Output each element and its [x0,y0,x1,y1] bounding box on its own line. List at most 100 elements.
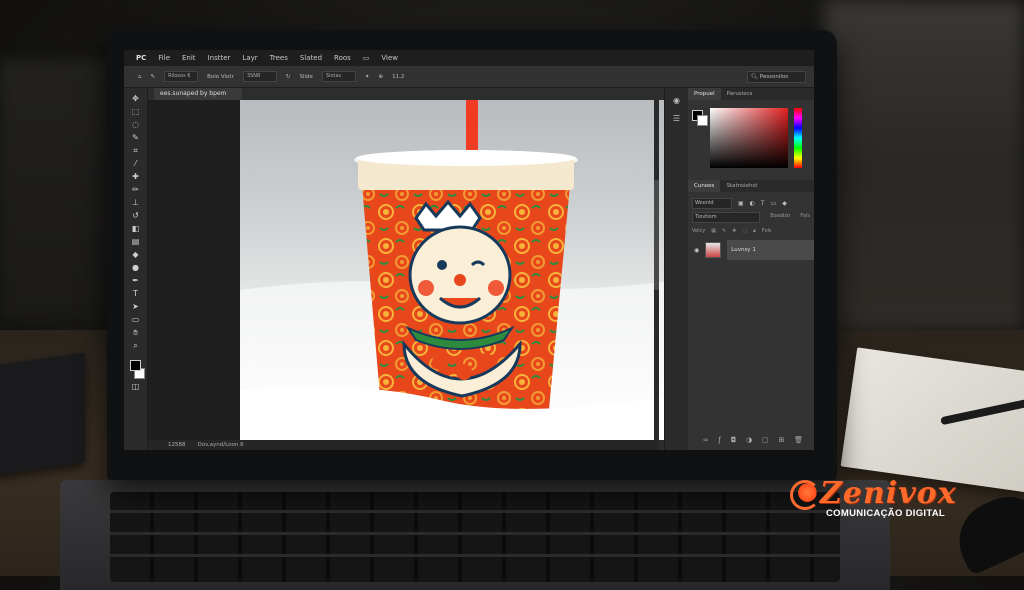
filter-adjust-icon[interactable]: ◐ [750,200,755,207]
doc-info: Dov.aynd/Loon 6 [197,442,244,448]
color-picker-field[interactable] [710,108,788,168]
brand-tagline: COMUNICAÇÃO DIGITAL [826,508,945,519]
move-tool-icon[interactable]: ✥ [131,94,141,104]
properties-panel-icon[interactable]: ☰ [672,114,682,124]
hue-slider[interactable] [794,108,802,168]
hand-tool-icon[interactable]: ✋︎ [131,328,141,338]
layer-style-icon[interactable]: ƒ [719,436,721,444]
menu-trees[interactable]: Trees [270,54,288,62]
menu-bar: PC File Enit Instter Layr Trees Slated R… [124,50,814,66]
adjustment-layer-icon[interactable]: ◑ [746,436,752,444]
status-bar: 12588 Dov.aynd/Loon 6 [148,440,658,450]
menu-insert[interactable]: Instter [208,54,231,62]
blur-tool-icon[interactable]: ◆ [131,250,141,260]
stamp-tool-icon[interactable]: ⊥ [131,198,141,208]
lock-pixels-icon[interactable]: ▦ [711,228,716,234]
option2-field[interactable]: Slotas [321,71,356,82]
lock-artboard-icon[interactable]: ⬚ [742,228,747,234]
marquee-tool-icon[interactable]: ⬚ [131,107,141,117]
pressure-icon[interactable]: ⊕ [379,74,384,80]
opacity-value[interactable]: Fols [800,212,810,223]
quick-mask-icon[interactable]: ◫ [131,382,141,392]
app-logo[interactable]: PC [136,54,146,62]
filter-smart-icon[interactable]: ◆ [782,200,787,207]
delete-layer-icon[interactable]: 🗑︎ [794,436,803,444]
option3-value[interactable]: 11.2 [392,74,404,80]
menu-file[interactable]: File [158,54,170,62]
lasso-tool-icon[interactable]: ◌ [131,120,141,130]
quick-select-icon[interactable]: ✎ [131,133,141,143]
document-tab[interactable]: ees.sunaped by bpem [154,88,242,100]
menu-edit[interactable]: Enit [182,54,196,62]
filter-shape-icon[interactable]: ▭ [771,200,777,207]
tab-parameters[interactable]: Parusiecs [721,88,759,100]
history-panel-icon[interactable]: ◉ [672,96,682,106]
blend-row: Tiovtiom Boadizo Fols [692,212,810,223]
group-icon[interactable]: ▢ [762,436,769,444]
lock-row: Velcy ▦ ✎ ✥ ⬚ 🔒︎ Fols [692,228,810,234]
right-panel: Propuel Parusiecs Cunoes Statnsiehst Woo… [688,88,814,450]
canvas-image[interactable] [240,100,678,440]
brush-tool-icon[interactable]: ✏ [131,185,141,195]
type-tool-icon[interactable]: T [131,289,141,299]
search-field[interactable]: 🔍︎ Pessonilos [747,70,806,83]
lock-brush-icon[interactable]: ✎ [722,228,726,234]
home-icon[interactable]: ⌂ [138,74,142,80]
opacity-label: Boadizo [770,213,791,219]
menu-layer[interactable]: Layr [242,54,257,62]
kind-filter-select[interactable]: Woonld [692,198,732,209]
lock-move-icon[interactable]: ✥ [732,228,736,234]
shape-tool-icon[interactable]: ▭ [131,315,141,325]
menu-roos[interactable]: Roos [334,54,351,62]
tab-layers[interactable]: Cunoes [688,180,721,192]
brand-watermark: Zenivox COMUNICAÇÃO DIGITAL [790,476,980,522]
layers-panel-tabs: Cunoes Statnsiehst [688,180,814,192]
dodge-tool-icon[interactable]: ● [131,263,141,273]
layer-row[interactable]: ◉ Luvnsy 1 [688,240,814,260]
visibility-eye-icon[interactable]: ◉ [694,247,699,254]
gradient-tool-icon[interactable]: ▤ [131,237,141,247]
layer-filter-row: Woonld ▣ ◐ T ▭ ◆ [692,198,810,209]
zoom-tool-icon[interactable]: ⌕ [131,341,141,351]
blend-mode-select[interactable]: Tiovtiom [692,212,760,223]
canvas-area[interactable] [148,100,678,442]
filter-type-icon[interactable]: T [761,200,765,207]
laptop-screen: PC File Enit Instter Layr Trees Slated R… [124,50,814,450]
eraser-tool-icon[interactable]: ◧ [131,224,141,234]
brush-preset-field[interactable]: Rilosos 6 [164,71,199,82]
notebook [0,352,85,478]
keyboard [110,492,840,582]
add-mask-icon[interactable]: ◘ [731,436,737,444]
filter-pixel-icon[interactable]: ▣ [738,200,744,207]
tab-channels[interactable]: Statnsiehst [720,180,763,192]
layer-name[interactable]: Luvnsy 1 [727,240,814,260]
pen-tool-icon[interactable]: ✒ [131,276,141,286]
window-icon[interactable]: ▭ [363,54,370,62]
panel-background-swatch[interactable] [697,115,708,126]
scrollbar-thumb[interactable] [654,180,659,290]
crop-tool-icon[interactable]: ⌗ [131,146,141,156]
option1-field[interactable]: 3SNB [242,71,277,82]
healing-brush-icon[interactable]: ✚ [131,172,141,182]
color-panel-tabs: Propuel Parusiecs [688,88,814,100]
lock-all-icon[interactable]: 🔒︎ [753,228,756,234]
path-select-icon[interactable]: ➤ [131,302,141,312]
airbrush-icon[interactable]: ✦ [365,74,370,80]
link-layers-icon[interactable]: ∞ [703,436,709,444]
fill-value[interactable]: Fols [762,228,772,234]
search-placeholder: Pessonilos [759,73,789,80]
brush-icon[interactable]: ✎ [151,74,156,80]
option2-label: Slide [299,73,313,80]
new-layer-icon[interactable]: ⊞ [778,436,784,444]
eyedropper-icon[interactable]: ⁄ [131,159,141,169]
vertical-scrollbar[interactable] [654,100,659,442]
reset-icon[interactable]: ↻ [286,74,291,80]
zoom-level[interactable]: 12588 [168,442,186,448]
options-bar: ⌂ ✎ Rilosos 6 Bolo Viotr 3SNB ↻ Slide Sl… [124,66,814,88]
history-brush-icon[interactable]: ↺ [131,211,141,221]
menu-view[interactable]: View [381,54,398,62]
foreground-color-swatch[interactable] [130,360,141,371]
menu-slated[interactable]: Slated [300,54,322,62]
tab-properties[interactable]: Propuel [688,88,721,100]
layer-footer-actions: ∞ ƒ ◘ ◑ ▢ ⊞ 🗑︎ [698,436,808,444]
